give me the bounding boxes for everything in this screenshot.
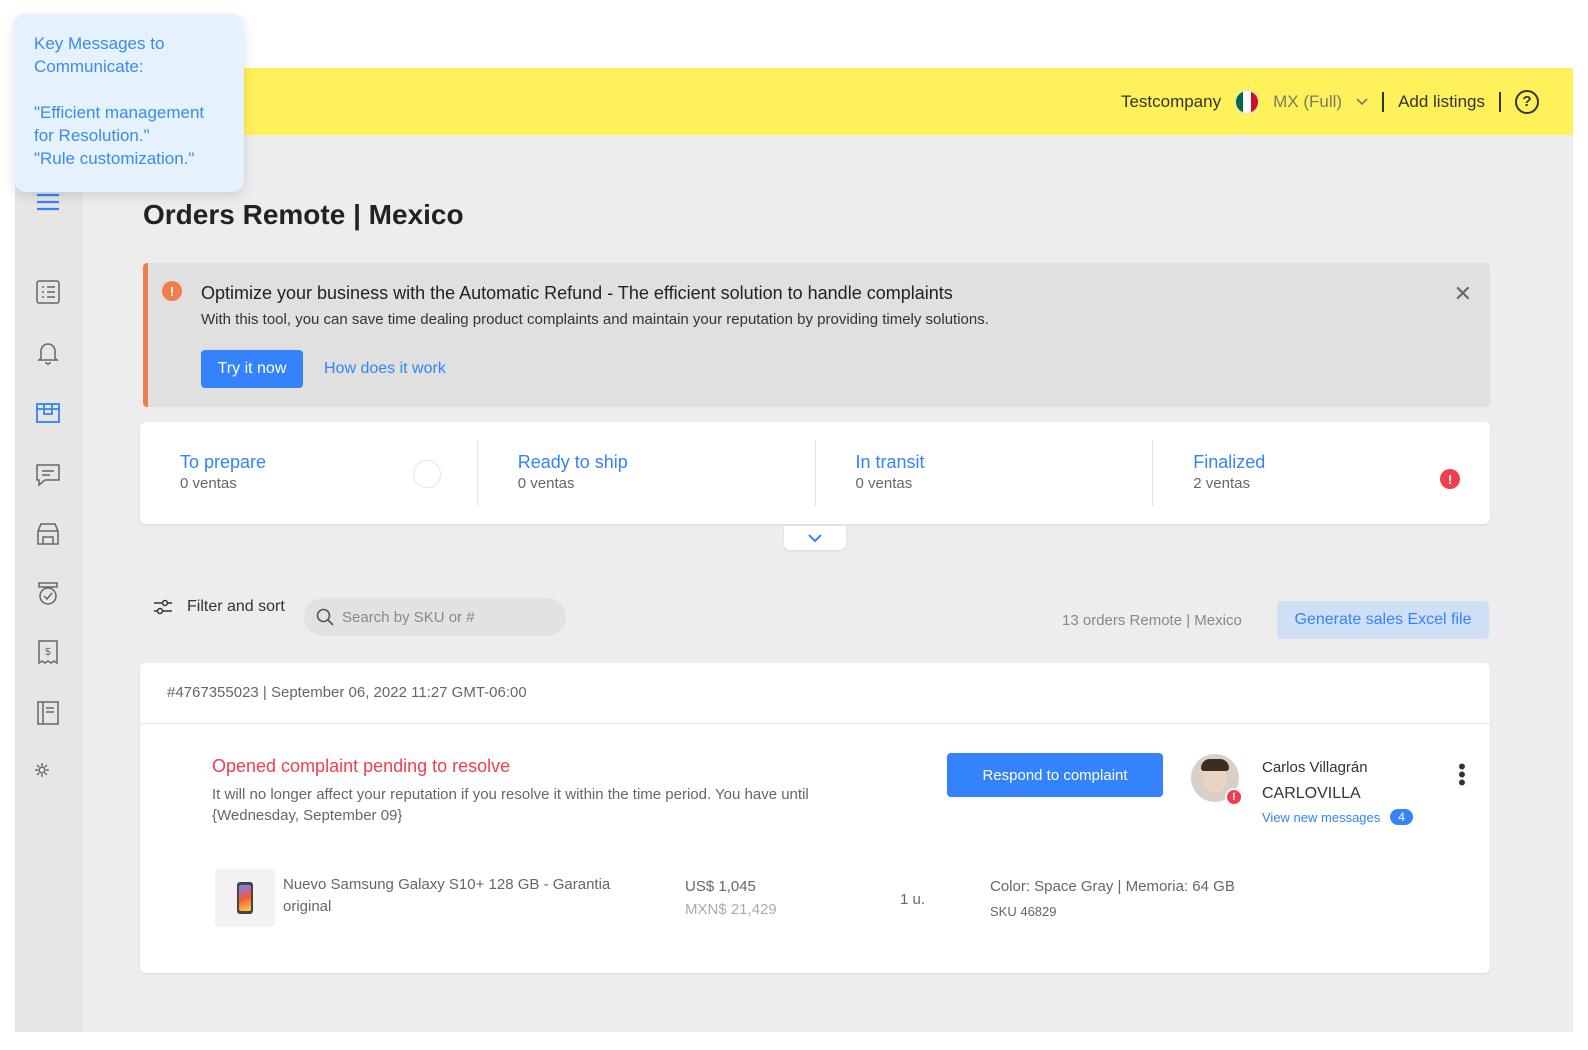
complaint-description: It will no longer affect your reputation… — [212, 786, 809, 824]
chevron-down-icon[interactable] — [1356, 97, 1368, 106]
banner-title: Optimize your business with the Automati… — [201, 283, 953, 303]
product-variant: Color: Space Gray | Memoria: 64 GB — [990, 878, 1235, 895]
site-selector[interactable]: MX (Full) — [1273, 92, 1342, 112]
status-label: Ready to ship — [517, 452, 628, 472]
ledger-icon[interactable] — [33, 698, 63, 728]
more-options-icon[interactable]: • • • — [1452, 756, 1472, 794]
status-count: 0 ventas — [180, 475, 237, 492]
key-messages-tooltip: Key Messages to Communicate: "Efficient … — [14, 14, 244, 192]
status-label: To prepare — [180, 452, 267, 472]
view-messages-label: View new messages — [1262, 809, 1381, 825]
box-icon[interactable] — [33, 398, 63, 428]
sidebar: $ — [15, 135, 83, 1032]
complaint-title: Opened complaint pending to resolve — [212, 756, 511, 776]
status-finalized[interactable]: Finalized 2 ventas ! — [1152, 440, 1490, 506]
status-to-prepare[interactable]: To prepare 0 ventas — [140, 422, 477, 524]
loading-ring-icon — [412, 460, 441, 488]
help-icon[interactable]: ? — [1515, 89, 1539, 114]
invoice-icon[interactable]: $ — [33, 637, 63, 667]
mexico-flag-icon — [1235, 89, 1260, 114]
view-messages-link[interactable]: View new messages 4 — [1262, 809, 1413, 825]
settings-icon[interactable] — [27, 755, 57, 785]
top-bar-actions: Testcompany MX (Full) Add listings ? — [1121, 68, 1539, 135]
search-field[interactable] — [304, 598, 566, 636]
message-count-badge: 4 — [1390, 809, 1413, 825]
search-input[interactable] — [342, 608, 542, 626]
product-image[interactable] — [215, 869, 275, 927]
alert-icon: ! — [1440, 469, 1460, 489]
buyer-nickname: CARLOVILLA — [1262, 785, 1361, 802]
order-status-summary: To prepare 0 ventas Ready to ship 0 vent… — [140, 422, 1490, 524]
alert-icon: ! — [1225, 788, 1243, 806]
top-bar: Testcompany MX (Full) Add listings ? — [15, 68, 1573, 135]
sliders-icon — [154, 599, 172, 615]
generate-excel-button[interactable]: Generate sales Excel file — [1277, 601, 1489, 639]
svg-text:$: $ — [45, 645, 52, 658]
filter-and-sort[interactable]: Filter and sort — [153, 598, 285, 616]
bell-icon[interactable] — [33, 337, 63, 367]
banner-description: With this tool, you can save time dealin… — [201, 311, 989, 328]
price-mxn: MXN$ 21,429 — [685, 901, 777, 918]
status-count: 0 ventas — [517, 475, 575, 492]
order-count: 13 orders Remote | Mexico — [1062, 612, 1242, 629]
divider — [1382, 91, 1385, 112]
status-count: 2 ventas — [1193, 475, 1250, 492]
badge-icon[interactable] — [33, 578, 63, 608]
price-usd: US$ 1,045 — [685, 878, 756, 895]
phone-icon — [237, 882, 253, 914]
status-count: 0 ventas — [855, 475, 913, 492]
search-icon — [316, 608, 334, 626]
status-in-transit[interactable]: In transit 0 ventas — [814, 440, 1153, 506]
warning-icon: ! — [162, 281, 182, 301]
status-ready-to-ship[interactable]: Ready to ship 0 ventas — [476, 440, 815, 506]
order-header: #4767355023 | September 06, 2022 11:27 G… — [140, 663, 1490, 724]
product-name[interactable]: Nuevo Samsung Galaxy S10+ 128 GB - Garan… — [283, 874, 643, 918]
expand-chevron-icon[interactable] — [784, 526, 846, 550]
list-icon[interactable] — [33, 277, 63, 307]
store-icon[interactable] — [33, 519, 63, 549]
respond-to-complaint-button[interactable]: Respond to complaint — [947, 753, 1163, 797]
tooltip-text: Key Messages to Communicate: "Efficient … — [34, 34, 205, 168]
status-label: Finalized — [1193, 452, 1266, 472]
quantity: 1 u. — [900, 891, 926, 908]
status-label: In transit — [855, 452, 925, 472]
page-title: Orders Remote | Mexico — [143, 199, 464, 230]
chat-icon[interactable] — [33, 460, 63, 490]
product-sku: SKU 46829 — [990, 904, 1057, 919]
company-name[interactable]: Testcompany — [1121, 92, 1221, 112]
promo-banner: ! Optimize your business with the Automa… — [143, 263, 1490, 407]
order-card: #4767355023 | September 06, 2022 11:27 G… — [140, 663, 1490, 973]
close-icon[interactable]: ✕ — [1454, 281, 1472, 307]
app-window: Testcompany MX (Full) Add listings ? $ O… — [15, 68, 1573, 1032]
add-listings-link[interactable]: Add listings — [1398, 92, 1485, 112]
buyer-name: Carlos Villagrán — [1262, 759, 1368, 776]
avatar[interactable]: ! — [1191, 754, 1243, 806]
try-it-now-button[interactable]: Try it now — [201, 350, 303, 388]
how-does-it-work-link[interactable]: How does it work — [324, 360, 446, 378]
filter-label: Filter and sort — [187, 598, 285, 615]
divider — [1499, 91, 1501, 112]
